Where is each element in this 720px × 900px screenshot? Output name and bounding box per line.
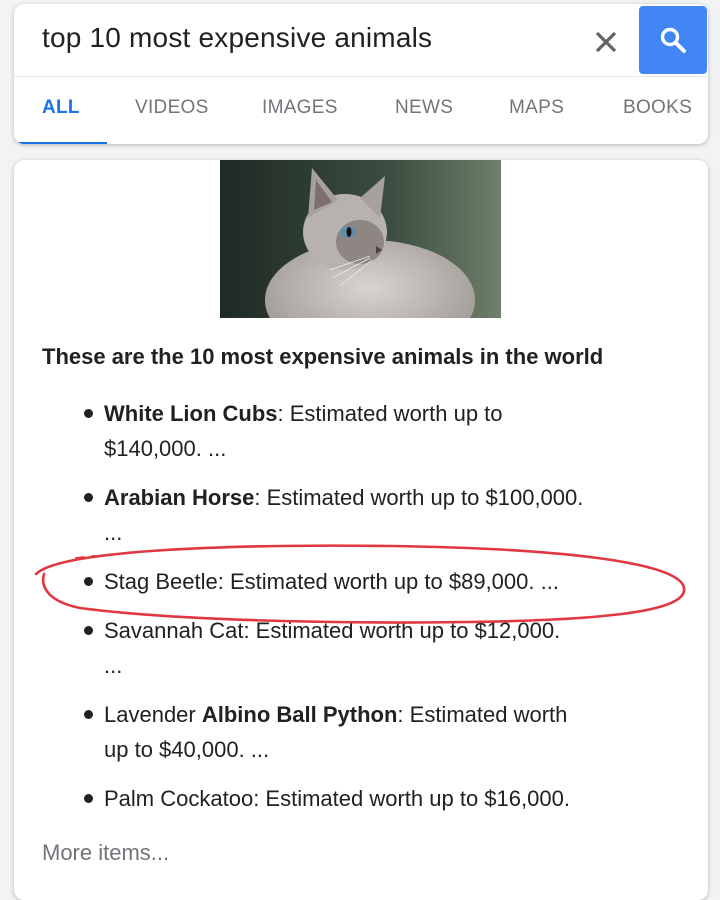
- tab-maps[interactable]: MAPS: [509, 97, 564, 119]
- search-icon: [660, 27, 686, 53]
- search-card: top 10 most expensive animals ALL VIDEOS…: [14, 4, 708, 144]
- bullet: [84, 710, 93, 719]
- list-item: Lavender Albino Ball Python: Estimated w…: [84, 697, 664, 767]
- item-text: : Estimated worth up to $16,000.: [253, 786, 570, 811]
- item-text: : Estimated worth up to: [277, 401, 503, 426]
- search-input[interactable]: top 10 most expensive animals: [42, 22, 432, 54]
- search-button[interactable]: [639, 6, 707, 74]
- item-bold-text: White Lion Cubs: [104, 401, 278, 426]
- item-text: : Estimated worth: [397, 702, 568, 727]
- more-items-link[interactable]: More items...: [42, 840, 169, 866]
- bullet: [84, 493, 93, 502]
- tab-books[interactable]: BOOKS: [623, 97, 692, 119]
- item-bold-text: Arabian Horse: [104, 485, 255, 510]
- tab-images[interactable]: IMAGES: [262, 97, 338, 119]
- item-text: Palm Cockatoo: [104, 786, 254, 811]
- item-text: : Estimated worth up to $100,000.: [254, 485, 584, 510]
- item-text: ...: [104, 653, 123, 678]
- cat-photo: [220, 160, 501, 318]
- bullet: [84, 794, 93, 803]
- list-item: Arabian Horse: Estimated worth up to $10…: [84, 480, 664, 550]
- active-tab-indicator: [14, 142, 107, 144]
- item-text: : Estimated worth up to $89,000. ...: [217, 569, 559, 594]
- item-text: ...: [104, 520, 123, 545]
- item-text: up to $40,000. ...: [104, 737, 270, 762]
- list-item: Savannah Cat: Estimated worth up to $12,…: [84, 613, 664, 683]
- close-icon: [595, 31, 617, 53]
- list-item: White Lion Cubs: Estimated worth up to $…: [84, 396, 664, 466]
- clear-button[interactable]: [588, 24, 624, 60]
- list-item: Stag Beetle: Estimated worth up to $89,0…: [84, 564, 664, 599]
- featured-snippet-card: These are the 10 most expensive animals …: [14, 160, 708, 900]
- result-image[interactable]: [220, 160, 501, 318]
- tab-all[interactable]: ALL: [42, 97, 80, 119]
- tab-news[interactable]: NEWS: [395, 97, 453, 119]
- item-text: Stag Beetle: [104, 569, 218, 594]
- snippet-heading: These are the 10 most expensive animals …: [42, 344, 604, 369]
- search-tabs: ALL VIDEOS IMAGES NEWS MAPS BOOKS: [14, 76, 708, 144]
- list-item: Palm Cockatoo: Estimated worth up to $16…: [84, 781, 664, 816]
- item-text: Lavender: [104, 702, 202, 727]
- item-bold-text: Albino Ball Python: [201, 702, 398, 727]
- item-text: Savannah Cat: [104, 618, 244, 643]
- tab-videos[interactable]: VIDEOS: [135, 97, 209, 119]
- item-text: : Estimated worth up to $12,000.: [243, 618, 561, 643]
- bullet: [84, 626, 93, 635]
- search-bar: top 10 most expensive animals: [14, 4, 708, 76]
- bullet: [84, 577, 93, 586]
- bullet: [84, 409, 93, 418]
- item-text: $140,000. ...: [104, 436, 227, 461]
